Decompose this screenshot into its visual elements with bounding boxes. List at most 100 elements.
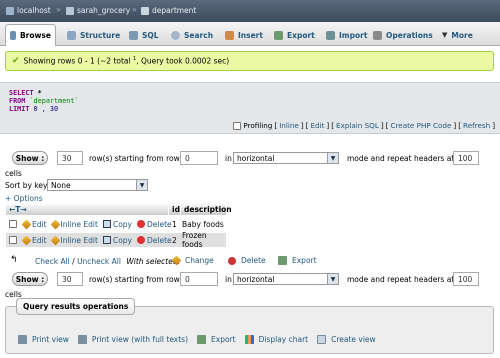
- profiling-label: Profiling: [243, 121, 273, 130]
- display-mode-select-bottom[interactable]: horizontal ▼: [233, 273, 339, 285]
- breadcrumb-server[interactable]: localhost: [6, 6, 51, 15]
- breadcrumb-separator-icon: »: [56, 5, 61, 14]
- insert-icon: [225, 30, 234, 40]
- breadcrumb-database-label: sarah_grocery: [77, 6, 131, 15]
- tab-sql[interactable]: SQL: [125, 24, 163, 46]
- refresh-link[interactable]: Refresh: [463, 121, 490, 130]
- copy-icon: [102, 220, 111, 228]
- profiling-checkbox[interactable]: [233, 121, 242, 130]
- bulk-delete-button[interactable]: Delete: [228, 256, 266, 265]
- tab-import[interactable]: Import: [322, 24, 371, 46]
- show-button[interactable]: Show :: [12, 151, 48, 165]
- tab-browse-label: Browse: [19, 31, 51, 40]
- chart-icon: [244, 335, 254, 344]
- column-header-id[interactable]: id: [169, 203, 180, 215]
- repeat-headers-input[interactable]: 100: [453, 151, 479, 165]
- tab-operations-label: Operations: [386, 30, 433, 40]
- display-mode-value: horizontal: [237, 153, 275, 163]
- delete-button[interactable]: Delete: [136, 236, 172, 245]
- explain-sql-link[interactable]: Explain SQL: [336, 121, 379, 130]
- start-row-input-bottom[interactable]: 0: [180, 272, 218, 286]
- sql-icon: [129, 30, 138, 40]
- chevron-down-icon: ▼: [442, 31, 448, 39]
- tab-structure[interactable]: Structure: [63, 24, 124, 46]
- print-icon: [77, 335, 87, 344]
- pencil-icon: [171, 255, 182, 266]
- tab-import-label: Import: [339, 30, 368, 40]
- cells-label: cells: [5, 169, 22, 178]
- tab-browse[interactable]: Browse: [5, 24, 56, 46]
- row-checkbox[interactable]: [9, 236, 17, 244]
- sql-line-from: FROM `department`: [9, 97, 79, 105]
- search-icon: [171, 30, 180, 40]
- sort-by-key-value: None: [51, 180, 71, 190]
- sort-by-key-select[interactable]: None ▼: [47, 179, 148, 191]
- breadcrumb-database[interactable]: sarah_grocery: [66, 6, 130, 15]
- table-row: Edit Inline Edit Copy Delete 2 Frozen fo…: [6, 231, 226, 249]
- column-header-description[interactable]: description: [181, 203, 232, 215]
- create-view-link[interactable]: Create view: [331, 335, 376, 344]
- sql-line-select: SELECT *: [9, 89, 42, 97]
- rows-starting-label: row(s) starting from row #: [89, 154, 189, 163]
- export-link[interactable]: Export: [211, 335, 236, 344]
- delete-button[interactable]: Delete: [136, 220, 172, 229]
- options-link[interactable]: + Options: [5, 194, 43, 203]
- database-icon: [66, 6, 74, 15]
- tab-structure-label: Structure: [80, 30, 121, 40]
- change-button[interactable]: Change: [171, 255, 214, 266]
- breadcrumb-table[interactable]: department: [141, 6, 196, 15]
- server-icon: [6, 6, 14, 15]
- repeat-headers-input-bottom[interactable]: 100: [453, 272, 479, 286]
- edit-button[interactable]: Edit: [21, 219, 47, 229]
- tab-export[interactable]: Export: [270, 24, 319, 46]
- table-icon: [141, 6, 149, 15]
- pencil-icon: [21, 219, 32, 229]
- tab-operations[interactable]: Operations: [369, 24, 437, 46]
- cell-description: Frozen foods: [182, 231, 207, 249]
- query-results-operations-title: Query results operations: [16, 298, 136, 315]
- breadcrumb-server-label: localhost: [17, 6, 51, 15]
- tab-insert-label: Insert: [238, 30, 263, 40]
- inline-edit-button[interactable]: Inline Edit: [50, 235, 98, 245]
- print-icon: [18, 335, 27, 344]
- check-all-link[interactable]: Check All: [35, 257, 70, 266]
- tab-search[interactable]: Search: [167, 24, 217, 46]
- query-results-operations: Query results operations Print view Prin…: [5, 298, 494, 354]
- row-checkbox[interactable]: [9, 220, 17, 228]
- edit-link[interactable]: Edit: [310, 121, 324, 130]
- copy-button[interactable]: Copy: [102, 236, 132, 245]
- inline-link[interactable]: Inline: [279, 121, 299, 130]
- tab-bar: Browse Structure SQL Search Insert Expor…: [0, 22, 500, 46]
- repeat-headers-label: mode and repeat headers after: [347, 275, 465, 284]
- cell-id: 2: [172, 235, 177, 245]
- repeat-headers-label: mode and repeat headers after: [347, 154, 465, 163]
- uncheck-all-link[interactable]: Uncheck All: [77, 257, 121, 266]
- display-mode-select[interactable]: horizontal ▼: [233, 152, 339, 164]
- table-row: Edit Inline Edit Copy Delete 1 Baby food…: [6, 217, 226, 231]
- copy-button[interactable]: Copy: [102, 220, 132, 229]
- tab-more[interactable]: ▼ More: [438, 24, 477, 46]
- inline-edit-button[interactable]: Inline Edit: [50, 219, 98, 229]
- structure-icon: [67, 30, 76, 40]
- bulk-check-row: Check All / Uncheck All With selected:: [35, 257, 181, 266]
- copy-icon: [102, 236, 111, 244]
- rows-count-input-bottom[interactable]: 30: [57, 272, 83, 286]
- print-view-link[interactable]: Print view: [32, 335, 69, 344]
- bulk-export-button[interactable]: Export: [278, 256, 317, 265]
- view-icon: [317, 335, 327, 344]
- tab-insert[interactable]: Insert: [221, 24, 267, 46]
- rows-count-input[interactable]: 30: [57, 151, 83, 165]
- display-chart-link[interactable]: Display chart: [259, 335, 309, 344]
- browse-icon: [10, 31, 16, 40]
- create-php-code-link[interactable]: Create PHP Code: [390, 121, 451, 130]
- column-arrows-header[interactable]: ←T→: [6, 203, 168, 215]
- sql-links: Profiling [Inline] [Edit] [Explain SQL] …: [233, 121, 495, 130]
- show-button-bottom[interactable]: Show :: [12, 272, 48, 286]
- in-label: in: [225, 154, 232, 163]
- wrench-icon: [373, 30, 382, 40]
- import-icon: [326, 30, 335, 40]
- edit-button[interactable]: Edit: [21, 235, 47, 245]
- start-row-input[interactable]: 0: [180, 151, 218, 165]
- delete-icon: [136, 236, 145, 244]
- print-view-full-texts-link[interactable]: Print view (with full texts): [92, 335, 188, 344]
